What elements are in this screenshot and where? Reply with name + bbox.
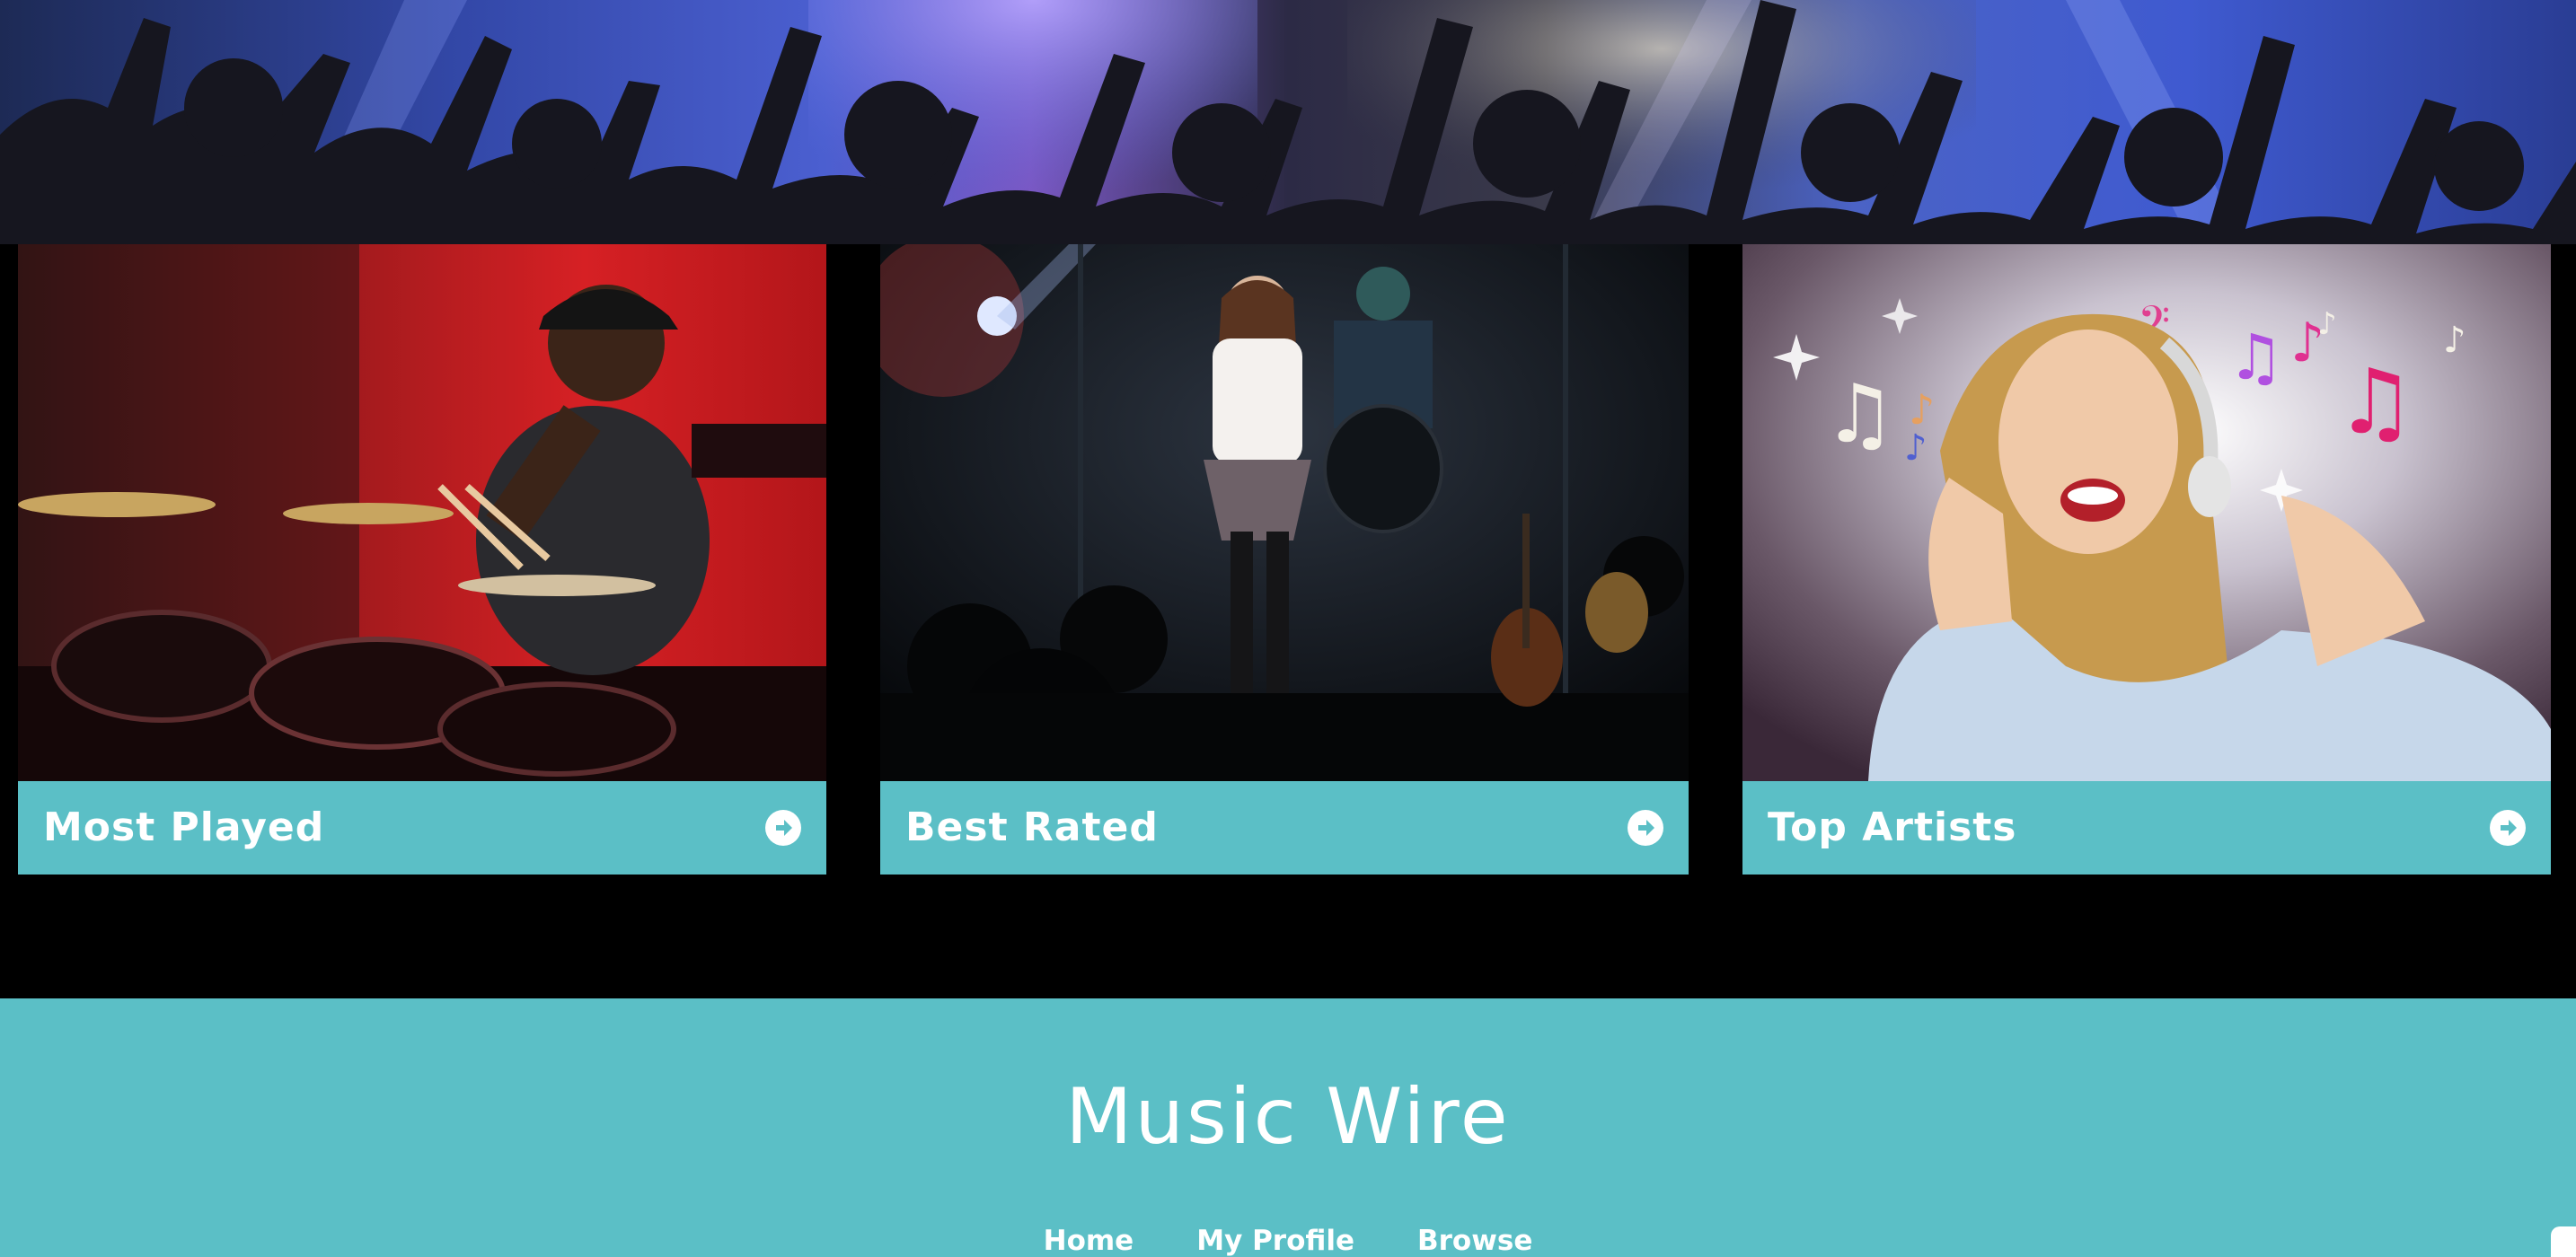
svg-text:♫: ♫ xyxy=(2335,349,2416,454)
hero-banner-image xyxy=(0,0,2576,244)
svg-text:♪: ♪ xyxy=(1904,427,1928,469)
card-bar-best-rated[interactable]: Best Rated xyxy=(880,781,1689,875)
listener-photo: ♫ ♪ ♪ 𝄢 ♫ ♪ ♫ ♪ ♪ xyxy=(1742,244,2551,781)
page: Most Played Best Rated ♫ ♪ ♪ ♫ ♪ ♫ ♪ ♪ T… xyxy=(0,0,2576,1257)
card-most-played[interactable]: Most Played xyxy=(18,244,826,875)
site-title: Music Wire xyxy=(1065,1072,1511,1162)
card-title[interactable]: Top Artists xyxy=(1768,801,2017,855)
card-title[interactable]: Most Played xyxy=(43,801,324,855)
svg-text:♫: ♫ xyxy=(2228,321,2284,394)
svg-text:♪: ♪ xyxy=(1909,385,1935,434)
card-image-drummer[interactable] xyxy=(18,244,826,781)
nav-link-home[interactable]: Home xyxy=(1044,1223,1134,1257)
card-bar-most-played[interactable]: Most Played xyxy=(18,781,826,875)
arrow-circle-right-icon[interactable] xyxy=(2490,810,2526,846)
svg-text:♪: ♪ xyxy=(2317,306,2337,342)
site-footer: Music Wire Home My Profile Browse xyxy=(0,998,2576,1257)
card-image-listener[interactable]: ♫ ♪ ♪ 𝄢 ♫ ♪ ♫ ♪ ♪ xyxy=(1742,244,2551,781)
crowd-silhouette-graphic xyxy=(0,0,2576,244)
singer-photo xyxy=(880,244,1689,781)
svg-text:♫: ♫ xyxy=(1823,367,1896,461)
nav-link-my-profile[interactable]: My Profile xyxy=(1196,1223,1354,1257)
arrow-circle-right-icon[interactable] xyxy=(765,810,801,846)
drummer-photo xyxy=(18,244,826,781)
card-best-rated[interactable]: Best Rated xyxy=(880,244,1689,875)
arrow-circle-right-icon[interactable] xyxy=(1628,810,1663,846)
card-title[interactable]: Best Rated xyxy=(905,801,1159,855)
footer-nav: Home My Profile Browse xyxy=(0,1223,2576,1257)
svg-text:♪: ♪ xyxy=(2443,320,2466,361)
card-top-artists[interactable]: ♫ ♪ ♪ 𝄢 ♫ ♪ ♫ ♪ ♪ xyxy=(1742,244,2551,875)
card-image-singer[interactable] xyxy=(880,244,1689,781)
nav-link-browse[interactable]: Browse xyxy=(1417,1223,1532,1257)
card-bar-top-artists[interactable]: Top Artists xyxy=(1742,781,2551,875)
chat-widget-tab[interactable] xyxy=(2551,1226,2576,1257)
